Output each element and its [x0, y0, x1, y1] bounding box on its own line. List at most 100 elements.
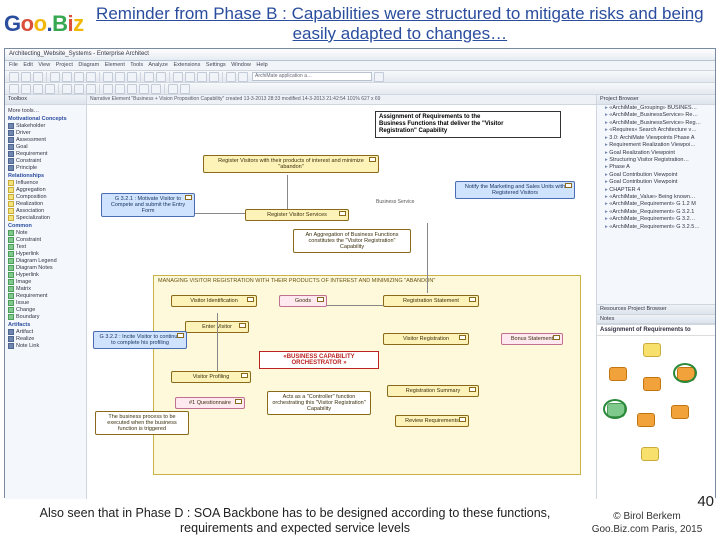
tool-button[interactable] — [33, 72, 43, 82]
tool-button[interactable] — [127, 84, 137, 94]
tree-item[interactable]: Phase A — [597, 164, 715, 171]
toolbox-tab[interactable]: Toolbox — [5, 95, 86, 105]
toolbar-1[interactable]: ArchiMate application a… — [5, 71, 715, 83]
tool-button[interactable] — [156, 72, 166, 82]
tool-button[interactable] — [33, 84, 43, 94]
toolbox-item[interactable]: Realization — [8, 201, 83, 207]
elem-notify-marketing[interactable]: Notify the Marketing and Sales Units wit… — [455, 181, 575, 199]
tool-button[interactable] — [151, 84, 161, 94]
tool-button[interactable] — [115, 72, 125, 82]
right-pane[interactable]: Project Browser «ArchiMate_Grouping» BUS… — [597, 95, 715, 499]
tool-button[interactable] — [74, 84, 84, 94]
tool-button[interactable] — [173, 72, 183, 82]
toolbox-item[interactable]: Aggregation — [8, 187, 83, 193]
tree-item[interactable]: «ArchiMate_Requirement» G 3.2… — [597, 216, 715, 223]
toolbox-item[interactable]: Specialization — [8, 215, 83, 221]
tool-button[interactable] — [62, 72, 72, 82]
tool-button[interactable] — [86, 72, 96, 82]
tree-item[interactable]: «ArchiMate_Value» Being known… — [597, 194, 715, 201]
toolbox-item[interactable]: Principle — [8, 165, 83, 171]
toolbox-item[interactable]: Goal — [8, 144, 83, 150]
toolbox-item[interactable]: Diagram Legend — [8, 258, 83, 264]
toolbox-item[interactable]: Issue — [8, 300, 83, 306]
canvas-tabbar[interactable]: Narrative Element "Business + Vision Pro… — [87, 95, 596, 105]
tree-item[interactable]: «ArchiMate_BusinessService» Re… — [597, 112, 715, 119]
toolbox-item[interactable]: Requirement — [8, 151, 83, 157]
toolbar-2[interactable] — [5, 83, 715, 95]
notes-tab[interactable]: Notes — [597, 315, 715, 324]
toolbox-item[interactable]: Composition — [8, 194, 83, 200]
tool-button[interactable] — [115, 84, 125, 94]
tree-item[interactable]: «ArchiMate_BusinessService» Reg… — [597, 120, 715, 127]
tool-button[interactable] — [139, 84, 149, 94]
elem-aggregation-note[interactable]: An Aggregation of Business Functions con… — [293, 229, 411, 253]
tree-item[interactable]: Requirement Realization Viewpoi… — [597, 142, 715, 149]
tool-button[interactable] — [9, 72, 19, 82]
toolbox-pane[interactable]: Toolbox More tools… Motivational Concept… — [5, 95, 87, 499]
project-browser-tab[interactable]: Project Browser — [597, 95, 715, 105]
tree-item[interactable]: Goal Realization Viewpoint — [597, 150, 715, 157]
tool-button[interactable] — [74, 72, 84, 82]
toolbox-item[interactable]: Hyperlink — [8, 251, 83, 257]
toolbox-item[interactable]: Boundary — [8, 314, 83, 320]
toolbar-search[interactable]: ArchiMate application a… — [252, 72, 372, 81]
toolbox-item[interactable]: Note — [8, 230, 83, 236]
tool-button[interactable] — [9, 84, 19, 94]
tool-button[interactable] — [62, 84, 72, 94]
elem-registration-statement[interactable]: Registration Statement — [383, 295, 479, 307]
tool-button[interactable] — [209, 72, 219, 82]
tool-button[interactable] — [197, 72, 207, 82]
elem-register-visitors[interactable]: Register Visitors with their products of… — [203, 155, 379, 173]
toolbox-item[interactable]: Constraint — [8, 158, 83, 164]
toolbox-search[interactable]: More tools… — [8, 108, 39, 114]
elem-goal-322[interactable]: G 3.2.2 : Incite Visitor to continue to … — [93, 331, 187, 349]
elem-registration-summary[interactable]: Registration Summary — [387, 385, 479, 397]
elem-goods[interactable]: Goods — [279, 295, 327, 307]
tree-item[interactable]: Goal Contribution Viewpoint — [597, 179, 715, 186]
elem-visitor-profiling[interactable]: Visitor Profiling — [171, 371, 251, 383]
tool-button[interactable] — [21, 84, 31, 94]
elem-goal-321[interactable]: G 3.2.1 : Motivate Visitor to Compete an… — [101, 193, 195, 217]
toolbox-item[interactable]: Diagram Notes — [8, 265, 83, 271]
tool-button[interactable] — [238, 72, 248, 82]
elem-review-requirements[interactable]: Review Requirements — [395, 415, 469, 427]
toolbox-item[interactable]: Constraint — [8, 237, 83, 243]
tool-button[interactable] — [144, 72, 154, 82]
elem-controller-note[interactable]: Acts as a "Controller" function orchestr… — [267, 391, 371, 415]
tree-item[interactable]: «ArchiMate_Requirement» G 3.2.1 — [597, 209, 715, 216]
menubar[interactable]: File Edit View Project Diagram Element T… — [5, 61, 715, 71]
elem-register-visitor-services[interactable]: Register Visitor Services — [245, 209, 349, 221]
tree-item[interactable]: «ArchiMate_Requirement» G 1.2 M — [597, 201, 715, 208]
toolbox-item[interactable]: Requirement — [8, 293, 83, 299]
tool-button[interactable] — [127, 72, 137, 82]
toolbox-item[interactable]: Realize — [8, 336, 83, 342]
tree-item[interactable]: CHAPTER 4 — [597, 187, 715, 194]
tree-item[interactable]: «Requires» Search Architecture v… — [597, 127, 715, 134]
elem-questionnaire[interactable]: #1 Questionnaire — [175, 397, 245, 409]
tool-button[interactable] — [86, 84, 96, 94]
tool-button[interactable] — [226, 72, 236, 82]
tree-item[interactable]: Goal Contribution Viewpoint — [597, 172, 715, 179]
tree-item[interactable]: «ArchiMate_Requirement» G 3.2.5… — [597, 224, 715, 231]
toolbox-item[interactable]: Change — [8, 307, 83, 313]
elem-visitor-identification[interactable]: Visitor Identification — [171, 295, 257, 307]
tool-button[interactable] — [103, 72, 113, 82]
tool-button[interactable] — [21, 72, 31, 82]
toolbox-item[interactable]: Influence — [8, 180, 83, 186]
tree-item[interactable]: 3.0: ArchiMate Viewpoints Phase A — [597, 135, 715, 142]
toolbox-item[interactable]: Matrix — [8, 286, 83, 292]
toolbox-item[interactable]: Note Link — [8, 343, 83, 349]
tool-button[interactable] — [168, 84, 178, 94]
elem-visitor-registration[interactable]: Visitor Registration — [383, 333, 469, 345]
elem-bonus-statement[interactable]: Bonus Statement — [501, 333, 563, 345]
elem-process-note[interactable]: The business process to be executed when… — [95, 411, 189, 435]
tree-item[interactable]: «ArchiMate_Grouping» BUSINES… — [597, 105, 715, 112]
tool-button[interactable] — [180, 84, 190, 94]
toolbox-item[interactable]: Hyperlink — [8, 272, 83, 278]
toolbox-item[interactable]: Artifact — [8, 329, 83, 335]
resources-tab[interactable]: Resources Project Browser — [597, 305, 715, 315]
diagram-canvas[interactable]: Narrative Element "Business + Vision Pro… — [87, 95, 597, 499]
toolbox-item[interactable]: Stakeholder — [8, 123, 83, 129]
toolbox-item[interactable]: Text — [8, 244, 83, 250]
toolbox-item[interactable]: Association — [8, 208, 83, 214]
